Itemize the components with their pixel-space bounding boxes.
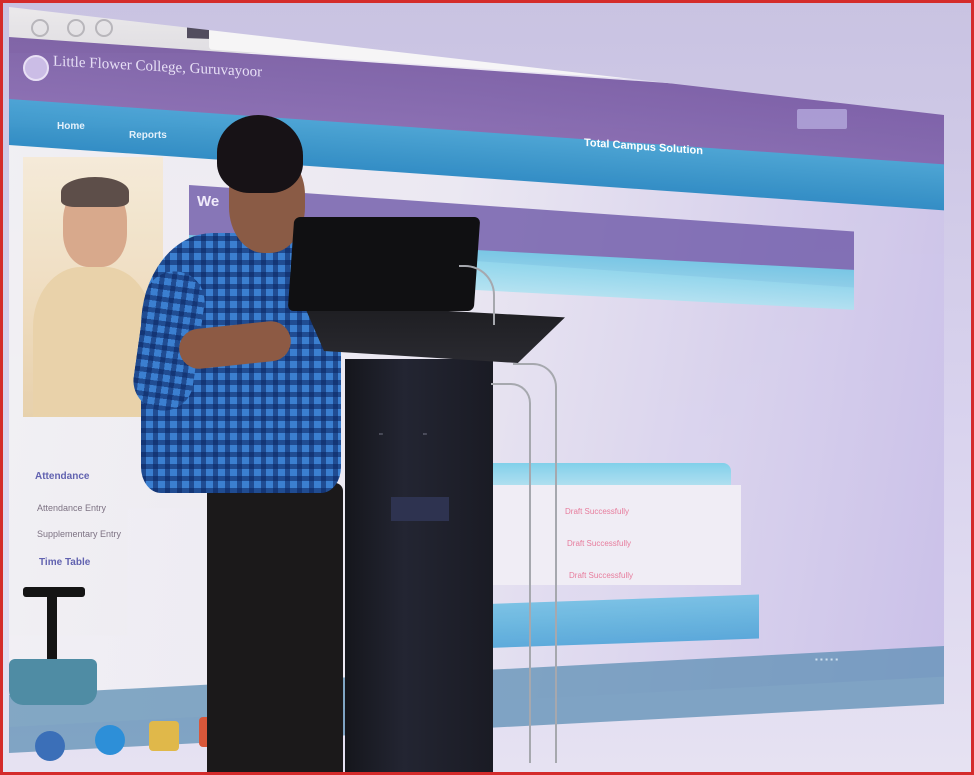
chair-seat	[9, 659, 97, 705]
table-cell: Draft Successfully	[569, 571, 634, 580]
menu-supplementary-entry[interactable]: Supplementary Entry	[37, 529, 121, 539]
podium-body	[345, 359, 493, 772]
home-icon[interactable]	[95, 19, 113, 37]
nav-home[interactable]: Home	[57, 121, 85, 132]
new-tab-button[interactable]	[351, 7, 771, 62]
browser-icon[interactable]	[95, 725, 125, 755]
presenter-trousers	[207, 483, 343, 772]
system-tray: ▪ ▪ ▪ ▪ ▪	[815, 655, 839, 664]
presenter-hair	[217, 115, 303, 193]
nav-reports[interactable]: Reports	[129, 130, 167, 141]
chair-post	[47, 589, 57, 669]
start-icon[interactable]	[35, 731, 65, 761]
table-cell: Draft Successfully	[565, 507, 630, 516]
welcome-title: We	[197, 193, 220, 210]
back-icon[interactable]	[31, 19, 49, 37]
folder-icon[interactable]	[149, 721, 179, 751]
photo-hair	[61, 177, 129, 207]
menu-attendance-entry[interactable]: Attendance Entry	[37, 503, 106, 513]
brand-logo	[797, 109, 847, 129]
podium-switch: ▭	[379, 431, 383, 436]
podium-switch: ▭	[423, 431, 427, 436]
reload-icon[interactable]	[67, 19, 85, 37]
table-cell: Draft Successfully	[567, 539, 632, 548]
menu-timetable[interactable]: Time Table	[39, 557, 90, 568]
photo-shirt	[33, 267, 153, 417]
menu-attendance[interactable]: Attendance	[35, 471, 89, 482]
podium-panel	[391, 497, 449, 521]
laptop	[287, 217, 481, 311]
photo-frame: Academic Administration Little Flower Co…	[0, 0, 974, 775]
cable	[513, 363, 557, 763]
college-logo	[23, 55, 49, 81]
